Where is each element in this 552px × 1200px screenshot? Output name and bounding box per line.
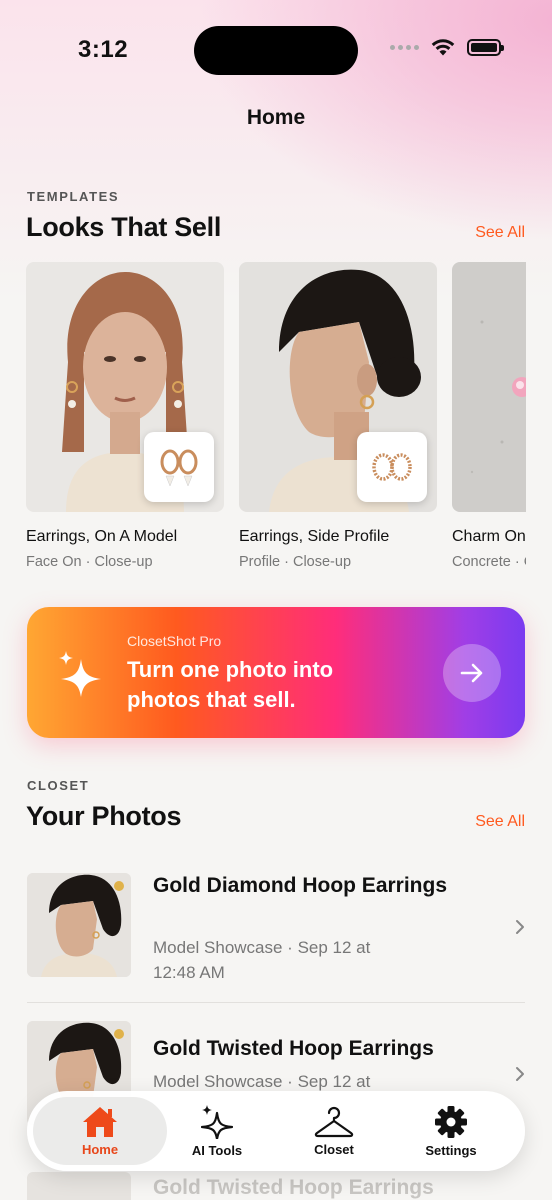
tab-label: Home — [81, 1141, 119, 1157]
tab-home[interactable]: Home — [33, 1097, 167, 1165]
photo-title: Gold Diamond Hoop Earrings — [153, 874, 448, 897]
hanger-icon — [314, 1106, 354, 1137]
sparkles-icon — [59, 651, 101, 697]
photo-title: Gold Twisted Hoop Earrings — [153, 1037, 434, 1060]
templates-see-all-link[interactable]: See All — [475, 224, 525, 242]
earrings-thumbnail — [144, 432, 214, 502]
tab-ai-tools[interactable]: AI Tools — [158, 1091, 276, 1171]
tab-closet[interactable]: Closet — [275, 1091, 393, 1171]
status-time: 3:12 — [78, 36, 129, 63]
list-divider — [27, 1002, 525, 1003]
template-subtitle: Concrete · Close-up — [452, 554, 526, 570]
template-title: Earrings, On A Model — [26, 528, 178, 545]
template-title: Charm On Concrete — [452, 528, 526, 545]
promo-eyebrow: ClosetShot Pro — [127, 633, 222, 649]
sparkles-icon — [201, 1104, 233, 1139]
status-dot — [114, 1029, 124, 1039]
status-dot — [114, 881, 124, 891]
template-card[interactable]: Charm On Concrete Concrete · Close-up — [452, 262, 526, 570]
arrow-right-icon — [460, 663, 483, 683]
template-subtitle: Profile · Close-up — [239, 554, 352, 570]
pro-upgrade-banner[interactable]: ClosetShot Pro Turn one photo into photo… — [27, 607, 525, 738]
template-card-clip: Charm On Concrete Concrete · Close-up — [452, 262, 526, 582]
list-item[interactable]: Gold Diamond Hoop Earrings Model Showcas… — [27, 873, 525, 983]
template-card[interactable]: Earrings, On A Model Face On · Close-up — [26, 262, 224, 570]
closet-section-title: Your Photos — [26, 801, 182, 831]
page-title: Home — [246, 106, 306, 129]
wifi-icon — [431, 39, 455, 56]
photo-thumbnail — [27, 1172, 131, 1200]
tab-label: Closet — [314, 1141, 354, 1157]
status-icons — [390, 38, 504, 56]
template-image — [26, 262, 224, 512]
template-image — [452, 262, 526, 512]
template-image — [239, 262, 437, 512]
tab-bar: Home AI Tools Closet Settings — [27, 1091, 525, 1171]
template-card[interactable]: Earrings, Side Profile Profile · Close-u… — [239, 262, 437, 570]
earrings-thumbnail — [357, 432, 427, 502]
tab-label: Settings — [425, 1142, 477, 1158]
battery-icon — [467, 38, 504, 56]
signal-dots-icon — [390, 44, 419, 50]
home-icon — [83, 1106, 117, 1137]
promo-headline: Turn one photo into photos that sell. — [127, 657, 334, 712]
gear-icon — [435, 1105, 467, 1138]
tab-label: AI Tools — [191, 1142, 243, 1158]
templates-section-title: Looks That Sell — [26, 212, 222, 242]
closet-section-label: CLOSET — [27, 778, 90, 793]
closet-see-all-link[interactable]: See All — [475, 813, 525, 831]
promo-arrow-button[interactable] — [443, 644, 501, 702]
chevron-right-icon — [516, 1067, 524, 1081]
dynamic-island — [194, 26, 358, 75]
templates-section-label: TEMPLATES — [27, 189, 120, 204]
photo-thumbnail — [27, 873, 131, 977]
chevron-right-icon — [516, 920, 524, 934]
template-subtitle: Face On · Close-up — [26, 554, 153, 570]
photo-title: Gold Twisted Hoop Earrings — [153, 1176, 434, 1199]
photo-meta: Model Showcase · Sep 12 at 12:48 AM — [153, 938, 371, 982]
tab-settings[interactable]: Settings — [392, 1091, 510, 1171]
template-title: Earrings, Side Profile — [239, 528, 390, 545]
